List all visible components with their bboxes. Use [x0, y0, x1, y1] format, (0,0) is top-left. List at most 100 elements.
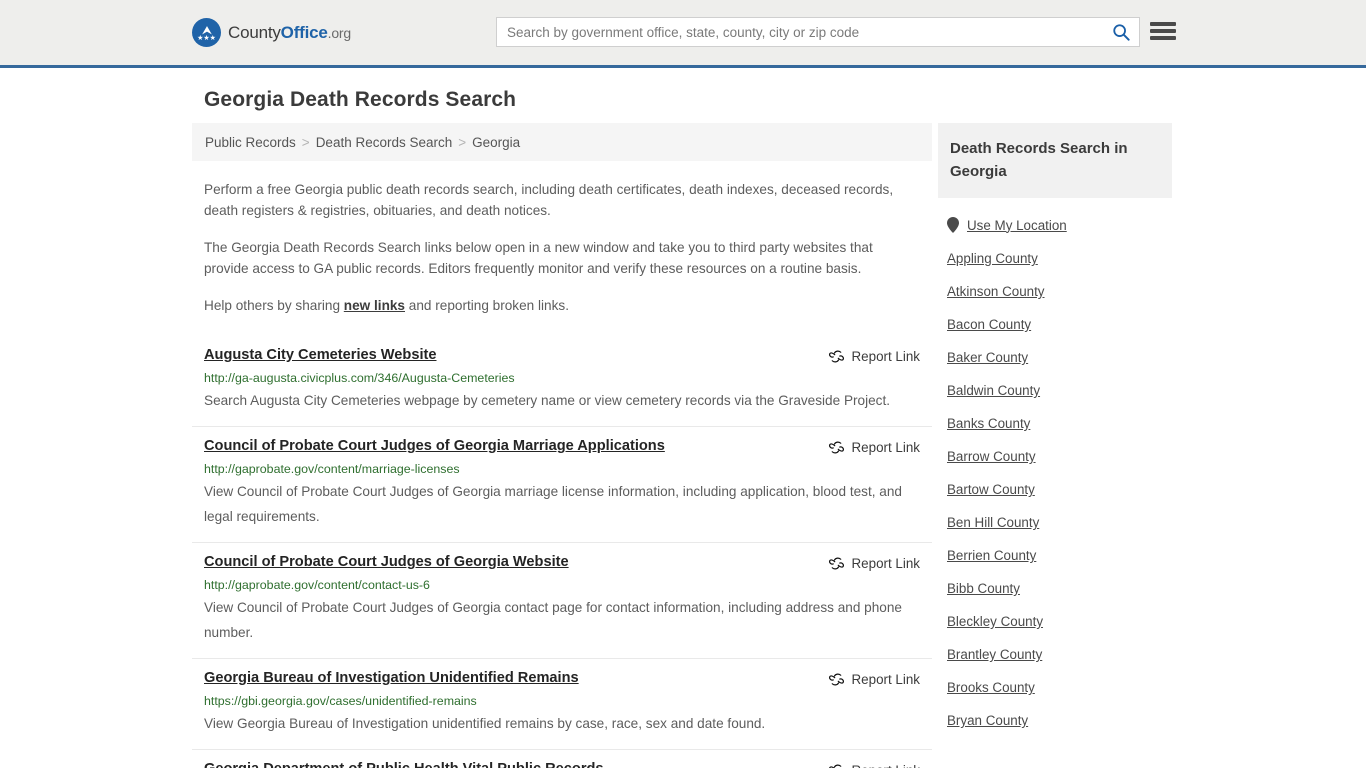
- hamburger-bar-1: [1150, 22, 1176, 26]
- main-content: Public Records > Death Records Search > …: [192, 123, 932, 768]
- sidebar-item-county[interactable]: Barrow County: [938, 440, 1172, 473]
- use-my-location-link[interactable]: Use My Location: [967, 218, 1067, 233]
- hamburger-menu-icon[interactable]: [1150, 20, 1176, 42]
- result-header: Georgia Department of Public Health Vita…: [204, 761, 920, 768]
- logo-text-office: Office: [280, 22, 328, 42]
- result-title-link[interactable]: Council of Probate Court Judges of Georg…: [204, 438, 665, 454]
- breadcrumb-item-georgia[interactable]: Georgia: [472, 135, 520, 150]
- result-description: View Council of Probate Court Judges of …: [204, 484, 902, 524]
- county-link[interactable]: Bacon County: [947, 317, 1031, 332]
- report-link-button[interactable]: Report Link: [828, 671, 920, 688]
- result-header: Council of Probate Court Judges of Georg…: [204, 554, 920, 572]
- result-item: Georgia Bureau of Investigation Unidenti…: [192, 658, 932, 749]
- sidebar-item-county[interactable]: Baldwin County: [938, 374, 1172, 407]
- result-title-link[interactable]: Georgia Bureau of Investigation Unidenti…: [204, 670, 579, 686]
- sidebar-heading: Death Records Search in Georgia: [938, 123, 1172, 198]
- search-bar: [496, 17, 1140, 47]
- sidebar-item-county[interactable]: Brooks County: [938, 671, 1172, 704]
- hamburger-bar-2: [1150, 29, 1176, 33]
- county-link[interactable]: Barrow County: [947, 449, 1036, 464]
- sidebar-item-county[interactable]: Berrien County: [938, 539, 1172, 572]
- county-link[interactable]: Berrien County: [947, 548, 1036, 563]
- logo-text-org: .org: [327, 24, 352, 41]
- county-link[interactable]: Brooks County: [947, 680, 1035, 695]
- county-link[interactable]: Baldwin County: [947, 383, 1040, 398]
- sidebar-item-county[interactable]: Bibb County: [938, 572, 1172, 605]
- search-button[interactable]: [1103, 18, 1139, 46]
- county-link[interactable]: Ben Hill County: [947, 515, 1039, 530]
- county-link[interactable]: Banks County: [947, 416, 1030, 431]
- hamburger-bar-3: [1150, 36, 1176, 40]
- report-link-label: Report Link: [851, 556, 920, 571]
- intro-paragraph-1: Perform a free Georgia public death reco…: [204, 182, 894, 218]
- county-link[interactable]: Brantley County: [947, 647, 1042, 662]
- report-link-button[interactable]: Report Link: [828, 348, 920, 365]
- logo-text-county: County: [228, 22, 281, 42]
- report-link-button[interactable]: Report Link: [828, 439, 920, 456]
- page-title: Georgia Death Records Search: [204, 88, 517, 111]
- site-logo[interactable]: ⮝ ★★★ CountyOffice.org: [192, 18, 351, 47]
- result-description: View Georgia Bureau of Investigation uni…: [204, 716, 766, 731]
- intro-p3-before: Help others by sharing: [204, 298, 344, 313]
- logo-text: CountyOffice.org: [228, 23, 351, 43]
- sidebar-item-county[interactable]: Bryan County: [938, 704, 1172, 737]
- report-link-button[interactable]: Report Link: [828, 762, 920, 768]
- county-link[interactable]: Appling County: [947, 251, 1038, 266]
- result-item: Georgia Department of Public Health Vita…: [192, 749, 932, 768]
- sidebar-item-county[interactable]: Atkinson County: [938, 275, 1172, 308]
- report-link-label: Report Link: [851, 440, 920, 455]
- results-list: Augusta City Cemeteries Website Report L…: [192, 336, 932, 768]
- broken-link-icon: [828, 557, 844, 570]
- result-title-link[interactable]: Georgia Department of Public Health Vita…: [204, 761, 604, 768]
- sidebar-item-county[interactable]: Bartow County: [938, 473, 1172, 506]
- result-title-link[interactable]: Council of Probate Court Judges of Georg…: [204, 554, 569, 570]
- sidebar-item-county[interactable]: Brantley County: [938, 638, 1172, 671]
- result-url[interactable]: http://gaprobate.gov/content/marriage-li…: [204, 462, 920, 476]
- breadcrumb-item-public-records[interactable]: Public Records: [205, 135, 296, 150]
- intro-p3-after: and reporting broken links.: [405, 298, 569, 313]
- result-description: Search Augusta City Cemeteries webpage b…: [204, 393, 891, 408]
- result-url[interactable]: http://ga-augusta.civicplus.com/346/Augu…: [204, 371, 920, 385]
- result-item: Council of Probate Court Judges of Georg…: [192, 426, 932, 542]
- result-header: Council of Probate Court Judges of Georg…: [204, 438, 920, 456]
- broken-link-icon: [828, 673, 844, 686]
- result-url[interactable]: http://gaprobate.gov/content/contact-us-…: [204, 578, 920, 592]
- search-icon: [1113, 24, 1130, 41]
- county-link[interactable]: Bartow County: [947, 482, 1035, 497]
- sidebar: Death Records Search in Georgia Use My L…: [938, 123, 1172, 737]
- result-description: View Council of Probate Court Judges of …: [204, 600, 902, 640]
- sidebar-item-county[interactable]: Bleckley County: [938, 605, 1172, 638]
- sidebar-item-county[interactable]: Banks County: [938, 407, 1172, 440]
- sidebar-county-list: Use My Location Appling County Atkinson …: [938, 198, 1172, 737]
- broken-link-icon: [828, 441, 844, 454]
- breadcrumb: Public Records > Death Records Search > …: [192, 123, 932, 161]
- intro-paragraph-3: Help others by sharing new links and rep…: [204, 295, 920, 316]
- site-header: ⮝ ★★★ CountyOffice.org: [0, 0, 1366, 68]
- report-link-button[interactable]: Report Link: [828, 555, 920, 572]
- county-link[interactable]: Bleckley County: [947, 614, 1043, 629]
- report-link-label: Report Link: [851, 349, 920, 364]
- county-link[interactable]: Bibb County: [947, 581, 1020, 596]
- broken-link-icon: [828, 350, 844, 363]
- result-item: Council of Probate Court Judges of Georg…: [192, 542, 932, 658]
- breadcrumb-item-death-records-search[interactable]: Death Records Search: [316, 135, 453, 150]
- sidebar-item-use-my-location[interactable]: Use My Location: [938, 208, 1172, 242]
- breadcrumb-separator: >: [301, 134, 310, 150]
- intro-section: Perform a free Georgia public death reco…: [192, 179, 932, 316]
- county-link[interactable]: Atkinson County: [947, 284, 1045, 299]
- sidebar-item-county[interactable]: Appling County: [938, 242, 1172, 275]
- broken-link-icon: [828, 764, 841, 768]
- new-links-link[interactable]: new links: [344, 298, 405, 313]
- sidebar-item-county[interactable]: Ben Hill County: [938, 506, 1172, 539]
- result-title-link[interactable]: Augusta City Cemeteries Website: [204, 347, 437, 363]
- result-url[interactable]: https://gbi.georgia.gov/cases/unidentifi…: [204, 694, 920, 708]
- county-link[interactable]: Baker County: [947, 350, 1028, 365]
- result-item: Augusta City Cemeteries Website Report L…: [192, 336, 932, 426]
- county-link[interactable]: Bryan County: [947, 713, 1028, 728]
- report-link-label: Report Link: [851, 672, 920, 687]
- sidebar-item-county[interactable]: Bacon County: [938, 308, 1172, 341]
- eagle-seal-icon: ⮝ ★★★: [192, 18, 221, 47]
- result-header: Augusta City Cemeteries Website Report L…: [204, 347, 920, 365]
- search-input[interactable]: [497, 18, 1103, 46]
- sidebar-item-county[interactable]: Baker County: [938, 341, 1172, 374]
